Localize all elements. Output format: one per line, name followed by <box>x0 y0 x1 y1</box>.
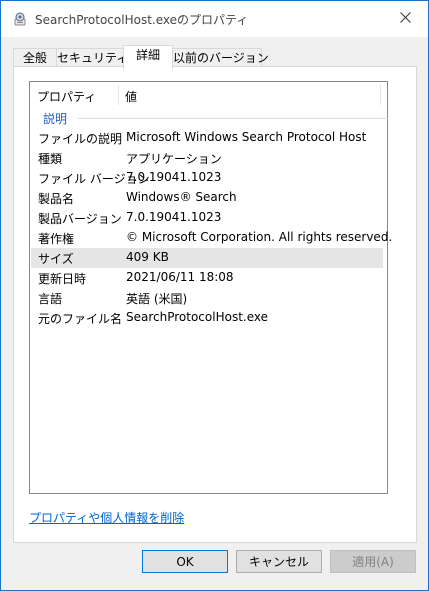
property-name: ファイルの説明 <box>38 132 123 146</box>
property-value: 409 KB <box>126 250 169 264</box>
property-value: アプリケーション <box>126 152 222 166</box>
table-row[interactable]: 製品名 Windows® Search <box>31 188 383 208</box>
property-name: 元のファイル名 <box>38 312 123 326</box>
close-icon <box>399 12 411 26</box>
list-header: プロパティ 値 <box>30 82 387 108</box>
tab-security[interactable]: セキュリティ <box>56 48 128 68</box>
property-value: 英語 (米国) <box>126 292 188 306</box>
property-value: Microsoft Windows Search Protocol Host <box>126 130 367 144</box>
property-value: 2021/06/11 18:08 <box>126 270 234 284</box>
remove-properties-link[interactable]: プロパティや個人情報を削除 <box>29 509 184 526</box>
column-divider[interactable] <box>380 85 381 105</box>
group-label-description: 説明 <box>43 112 68 126</box>
property-value: © Microsoft Corporation. All rights rese… <box>126 230 393 244</box>
tab-general[interactable]: 全般 <box>13 48 57 68</box>
column-divider[interactable] <box>118 85 119 105</box>
group-divider <box>78 118 388 119</box>
tab-previous-versions[interactable]: 以前のバージョン <box>172 48 269 68</box>
close-button[interactable] <box>382 1 428 37</box>
property-value: Windows® Search <box>126 190 237 204</box>
property-name: 更新日時 <box>38 272 87 286</box>
property-value: 7.0.19041.1023 <box>126 170 222 184</box>
property-name: 製品名 <box>38 192 75 206</box>
table-row[interactable]: ファイルの説明 Microsoft Windows Search Protoco… <box>31 128 383 148</box>
properties-dialog: SearchProtocolHost.exeのプロパティ 全般 セキュリティ 詳… <box>0 0 429 591</box>
file-properties-icon <box>12 11 28 27</box>
details-list[interactable]: プロパティ 値 説明 ファイルの説明 Microsoft Windows Sea… <box>29 81 392 494</box>
table-row[interactable]: 元のファイル名 SearchProtocolHost.exe <box>31 308 383 328</box>
table-row[interactable]: 著作権 © Microsoft Corporation. All rights … <box>31 228 392 248</box>
property-value: 7.0.19041.1023 <box>126 210 222 224</box>
property-name: サイズ <box>38 252 74 266</box>
table-row[interactable]: 言語 英語 (米国) <box>31 288 383 308</box>
apply-button[interactable]: 適用(A) <box>330 550 416 573</box>
details-panel: プロパティ 値 説明 ファイルの説明 Microsoft Windows Sea… <box>13 66 417 543</box>
table-row-highlighted[interactable]: サイズ 409 KB <box>31 248 383 268</box>
ok-button[interactable]: OK <box>142 550 228 573</box>
tab-details[interactable]: 詳細 <box>123 45 173 69</box>
property-value: SearchProtocolHost.exe <box>126 310 269 324</box>
cancel-button[interactable]: キャンセル <box>236 550 322 573</box>
column-header-property[interactable]: プロパティ <box>37 88 96 105</box>
table-row[interactable]: 種類 アプリケーション <box>31 148 383 168</box>
property-name: 言語 <box>38 292 63 306</box>
title-bar[interactable]: SearchProtocolHost.exeのプロパティ <box>1 1 428 37</box>
table-row[interactable]: 更新日時 2021/06/11 18:08 <box>31 268 383 288</box>
window-title: SearchProtocolHost.exeのプロパティ <box>35 13 249 27</box>
property-name: 種類 <box>38 152 63 166</box>
property-name: 著作権 <box>38 232 75 246</box>
table-row[interactable]: ファイル バージョン 7.0.19041.1023 <box>31 168 383 188</box>
property-name: 製品バージョン <box>38 212 122 226</box>
table-row[interactable]: 製品バージョン 7.0.19041.1023 <box>31 208 383 228</box>
column-header-value[interactable]: 値 <box>125 88 137 105</box>
